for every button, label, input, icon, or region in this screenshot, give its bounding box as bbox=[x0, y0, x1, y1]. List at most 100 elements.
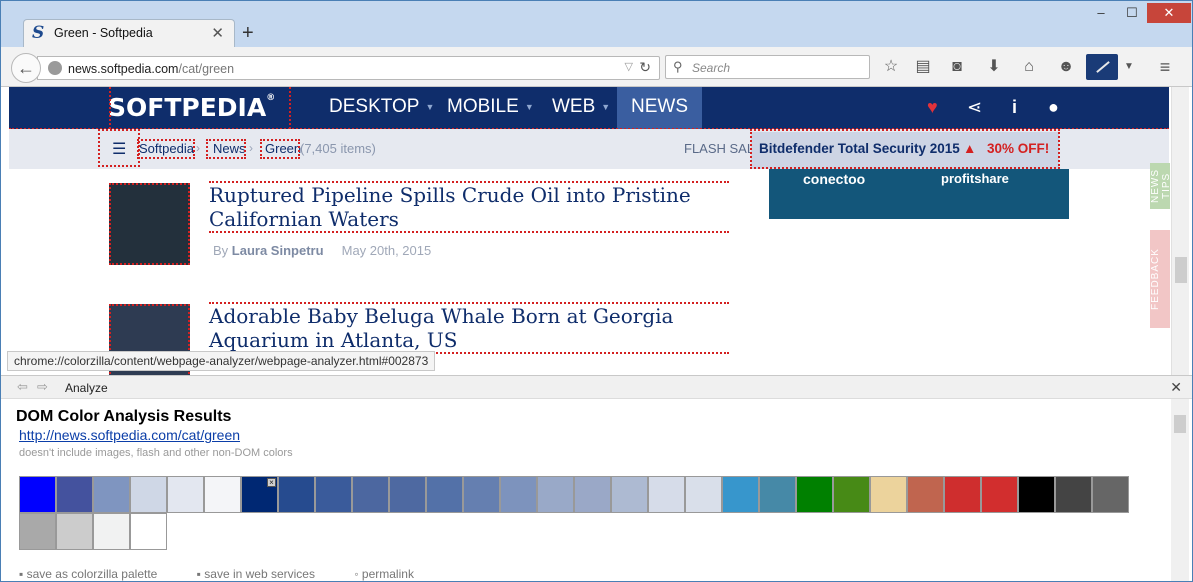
nav-mobile[interactable]: MOBILE ▼ bbox=[447, 87, 534, 129]
highlight-outline bbox=[750, 129, 1060, 169]
highlight-outline bbox=[209, 231, 729, 233]
chevron-right-icon: › bbox=[196, 141, 200, 155]
highlight-outline bbox=[109, 87, 111, 129]
color-swatch[interactable]: × bbox=[241, 476, 278, 513]
color-swatch[interactable] bbox=[796, 476, 833, 513]
highlight-outline bbox=[209, 181, 729, 183]
info-icon[interactable]: i bbox=[1012, 97, 1017, 118]
color-swatch[interactable] bbox=[167, 476, 204, 513]
color-swatch[interactable] bbox=[315, 476, 352, 513]
color-swatch[interactable] bbox=[648, 476, 685, 513]
color-swatch[interactable] bbox=[1055, 476, 1092, 513]
color-swatch[interactable] bbox=[685, 476, 722, 513]
hello-icon[interactable]: ☻ bbox=[1056, 57, 1076, 77]
color-swatch[interactable] bbox=[56, 513, 93, 550]
color-swatch[interactable] bbox=[759, 476, 796, 513]
url-text[interactable]: news.softpedia.com/cat/green bbox=[68, 62, 234, 76]
arrow-left-icon[interactable]: ⇦ bbox=[17, 379, 28, 395]
title-bar: S Green - Softpedia ✕ + – ☐ ✕ bbox=[1, 1, 1192, 47]
article-meta: By Laura Sinpetru May 20th, 2015 bbox=[213, 243, 432, 258]
color-swatch[interactable] bbox=[93, 476, 130, 513]
color-swatch[interactable] bbox=[56, 476, 93, 513]
color-swatch[interactable] bbox=[611, 476, 648, 513]
hamburger-menu-icon[interactable]: ≡ bbox=[1155, 57, 1175, 77]
user-icon[interactable]: ● bbox=[1048, 97, 1059, 118]
color-swatch[interactable] bbox=[130, 513, 167, 550]
color-swatch[interactable] bbox=[278, 476, 315, 513]
nav-desktop[interactable]: DESKTOP ▼ bbox=[329, 87, 434, 129]
color-swatch[interactable] bbox=[500, 476, 537, 513]
color-swatch[interactable] bbox=[19, 513, 56, 550]
tab-active[interactable]: S Green - Softpedia ✕ bbox=[23, 19, 235, 47]
color-swatch[interactable] bbox=[907, 476, 944, 513]
share-icon[interactable]: ⋖ bbox=[967, 97, 982, 118]
save-web-services-link[interactable]: ▪ save in web services bbox=[197, 567, 333, 581]
status-url-tooltip: chrome://colorzilla/content/webpage-anal… bbox=[7, 351, 436, 371]
panel-scrollbar[interactable] bbox=[1171, 399, 1189, 581]
scrollbar-thumb[interactable] bbox=[1174, 415, 1186, 433]
back-button[interactable]: ← bbox=[11, 53, 41, 83]
color-swatch[interactable] bbox=[1018, 476, 1055, 513]
article-author[interactable]: Laura Sinpetru bbox=[232, 243, 324, 258]
color-swatch[interactable] bbox=[1092, 476, 1129, 513]
webpage-content: SOFTPEDIA® DESKTOP ▼ MOBILE ▼ WEB ▼ NEWS ♥ … bbox=[1, 87, 1192, 375]
color-swatch[interactable] bbox=[574, 476, 611, 513]
colorzilla-menu-icon[interactable]: ▼ bbox=[1119, 57, 1139, 77]
article-title[interactable]: Ruptured Pipeline Spills Crude Oil into … bbox=[209, 183, 729, 231]
color-swatch[interactable] bbox=[833, 476, 870, 513]
save-palette-link[interactable]: ▪ save as colorzilla palette bbox=[19, 567, 175, 581]
color-swatch-grid: × bbox=[19, 476, 1131, 550]
window-close-button[interactable]: ✕ bbox=[1147, 3, 1191, 23]
url-history-dropdown-icon[interactable]: ▽ bbox=[625, 60, 633, 73]
permalink-link[interactable]: ◦ permalink bbox=[354, 567, 432, 581]
article-item[interactable]: Ruptured Pipeline Spills Crude Oil into … bbox=[109, 181, 729, 265]
panel-close-icon[interactable]: ✕ bbox=[1170, 379, 1182, 396]
color-swatch[interactable] bbox=[537, 476, 574, 513]
search-icon: ⚲ bbox=[673, 59, 683, 74]
analyzed-url-link[interactable]: http://news.softpedia.com/cat/green bbox=[19, 427, 240, 443]
colorzilla-eyedropper-icon[interactable] bbox=[1086, 54, 1118, 80]
article-date: May 20th, 2015 bbox=[341, 243, 432, 258]
home-icon[interactable]: ⌂ bbox=[1019, 57, 1039, 77]
nav-news[interactable]: NEWS bbox=[617, 87, 702, 129]
tab-close-icon[interactable]: ✕ bbox=[211, 24, 224, 42]
color-swatch[interactable] bbox=[981, 476, 1018, 513]
color-swatch[interactable] bbox=[130, 476, 167, 513]
highlight-outline bbox=[209, 302, 729, 304]
search-input[interactable]: ⚲ Search bbox=[665, 55, 870, 79]
bookmark-star-icon[interactable]: ☆ bbox=[881, 57, 901, 77]
color-swatch[interactable] bbox=[870, 476, 907, 513]
items-count: (7,405 items) bbox=[300, 141, 376, 156]
highlight-outline bbox=[206, 139, 246, 159]
reload-icon[interactable]: ↻ bbox=[639, 59, 651, 76]
color-swatch[interactable] bbox=[352, 476, 389, 513]
url-bar[interactable]: news.softpedia.com/cat/green ▽ ↻ bbox=[37, 56, 660, 80]
nav-web[interactable]: WEB ▼ bbox=[552, 87, 610, 129]
color-swatch[interactable] bbox=[426, 476, 463, 513]
pocket-icon[interactable]: ◙ bbox=[947, 57, 967, 77]
color-swatch[interactable] bbox=[463, 476, 500, 513]
page-scrollbar[interactable] bbox=[1171, 87, 1189, 375]
navigation-toolbar: news.softpedia.com/cat/green ▽ ↻ ← ⚲ Sea… bbox=[1, 47, 1192, 87]
article-title[interactable]: Adorable Baby Beluga Whale Born at Georg… bbox=[209, 304, 729, 352]
arrow-right-icon[interactable]: ⇨ bbox=[37, 379, 48, 395]
search-placeholder: Search bbox=[692, 61, 731, 75]
color-swatch[interactable] bbox=[722, 476, 759, 513]
minimize-button[interactable]: – bbox=[1087, 3, 1115, 23]
heart-icon[interactable]: ♥ bbox=[927, 97, 938, 118]
new-tab-button[interactable]: + bbox=[242, 22, 254, 45]
downloads-icon[interactable]: ⬇ bbox=[984, 57, 1004, 77]
color-swatch[interactable] bbox=[19, 476, 56, 513]
scrollbar-thumb[interactable] bbox=[1175, 257, 1187, 283]
color-swatch[interactable] bbox=[204, 476, 241, 513]
color-swatch[interactable] bbox=[944, 476, 981, 513]
maximize-button[interactable]: ☐ bbox=[1118, 3, 1146, 23]
ad-banner[interactable]: conectoo profitshare bbox=[769, 169, 1069, 219]
color-swatch[interactable] bbox=[389, 476, 426, 513]
feedback-tab[interactable]: FEEDBACK bbox=[1150, 230, 1170, 328]
reading-list-icon[interactable]: ▤ bbox=[913, 57, 933, 77]
news-tips-tab[interactable]: NEWS TIPS bbox=[1150, 163, 1172, 209]
color-swatch[interactable] bbox=[93, 513, 130, 550]
softpedia-logo[interactable]: SOFTPEDIA® bbox=[108, 93, 275, 122]
panel-actions: ▪ save as colorzilla palette ▪ save in w… bbox=[19, 567, 450, 581]
